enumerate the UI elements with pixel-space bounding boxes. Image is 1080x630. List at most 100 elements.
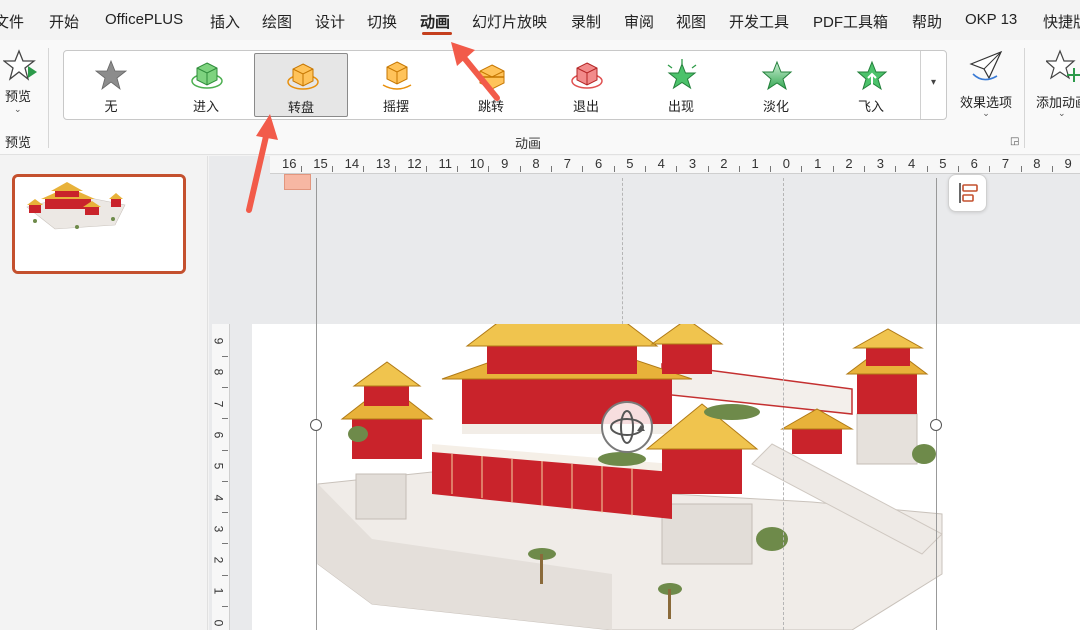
anim-exit[interactable]: 退出: [539, 53, 633, 117]
enter-green-cube-icon: [191, 62, 223, 89]
ruler-tick: [363, 166, 365, 172]
ruler-guide-line: [622, 178, 623, 324]
layout-options-icon: [959, 183, 978, 203]
tab-view[interactable]: 视图: [676, 11, 706, 32]
tab-review[interactable]: 审阅: [624, 11, 654, 32]
tab-draw[interactable]: 绘图: [262, 11, 292, 32]
tab-record[interactable]: 录制: [571, 11, 601, 32]
ruler-number: 7: [563, 156, 571, 171]
ruler-number: 7: [211, 400, 226, 407]
3d-rotate-handle-icon[interactable]: [601, 401, 653, 453]
group-divider: [48, 48, 49, 148]
ruler-tick: [551, 166, 553, 172]
dialog-launcher-icon[interactable]: ◲: [1010, 136, 1019, 147]
anim-fade[interactable]: 淡化: [729, 53, 823, 117]
effect-options-button[interactable]: 效果选项 ⌄: [955, 46, 1017, 126]
effect-options-plane-icon: [969, 50, 1003, 81]
active-tab-indicator: [422, 32, 452, 35]
tab-help[interactable]: 帮助: [912, 11, 942, 32]
ruler-number: 4: [211, 494, 226, 501]
right-resize-handle[interactable]: [930, 419, 942, 431]
ruler-tick: [331, 166, 333, 172]
ruler-number: 5: [626, 156, 634, 171]
ruler-tick: [394, 166, 396, 172]
fly-in-star-icon: [856, 60, 888, 92]
tab-developer[interactable]: 开发工具: [729, 11, 789, 32]
tab-file[interactable]: 文件: [0, 11, 24, 32]
anim-none[interactable]: 无: [64, 53, 158, 117]
ruler-number: 0: [782, 156, 791, 171]
gallery-more-chevron-icon[interactable]: ▾: [920, 51, 946, 119]
selection-left-edge: [316, 178, 317, 630]
tab-insert[interactable]: 插入: [210, 11, 240, 32]
tab-home[interactable]: 开始: [49, 11, 79, 32]
ruler-number: 8: [532, 156, 540, 171]
ruler-number: 3: [688, 156, 697, 171]
horizontal-ruler[interactable]: 16 15 14 13 12 11 10 9 8 7 6 5 4 3 2 1 0 1 2 3 4 5 6 7 8 9: [270, 156, 1080, 174]
ruler-tick: [222, 574, 228, 576]
ruler-tick: [864, 166, 866, 172]
annotation-arrow-icon: [451, 42, 500, 101]
tab-pdf-toolbox[interactable]: PDF工具箱: [813, 11, 888, 32]
animation-group-label: 动画: [515, 136, 542, 151]
ruler-number: 4: [908, 156, 916, 171]
ruler-number: 16: [282, 156, 297, 171]
ruler-number: 15: [313, 156, 328, 171]
fade-star-icon: [761, 60, 793, 91]
left-resize-handle[interactable]: [310, 419, 322, 431]
ruler-number: 9: [1064, 156, 1072, 171]
ruler-tick: [801, 166, 803, 172]
ruler-number: 3: [211, 525, 226, 533]
vertical-ruler[interactable]: 9 8 7 6 5 4 3 2 1 0: [211, 324, 230, 630]
anim-swing-label: 摇摆: [382, 99, 409, 114]
tab-quick[interactable]: 快捷版: [1043, 11, 1080, 32]
palace-3d-model-image[interactable]: [252, 273, 1080, 630]
ruler-number: 7: [1001, 156, 1010, 171]
anim-none-label: 无: [104, 99, 118, 114]
anim-enter[interactable]: 进入: [159, 53, 253, 117]
tab-transitions[interactable]: 切换: [367, 11, 397, 32]
preview-dropdown-chevron-icon[interactable]: ⌄: [14, 104, 22, 115]
anim-fly-in-label: 飞入: [857, 99, 884, 114]
indent-marker[interactable]: [284, 174, 311, 190]
layout-options-button[interactable]: [948, 174, 987, 212]
anim-turntable[interactable]: 转盘: [254, 53, 348, 117]
ruler-tick: [425, 166, 427, 172]
tab-design[interactable]: 设计: [315, 11, 345, 32]
ruler-number: 11: [438, 156, 453, 171]
preview-star-icon[interactable]: [3, 48, 39, 82]
ruler-tick: [222, 355, 228, 357]
tab-animations[interactable]: 动画: [420, 11, 450, 32]
slide-canvas[interactable]: [252, 273, 1080, 630]
anim-swing[interactable]: 摇摆: [349, 53, 443, 117]
anim-appear-label: 出现: [667, 99, 694, 114]
ruler-number: 9: [211, 337, 226, 345]
anim-appear[interactable]: 出现: [634, 53, 728, 117]
slide-thumbnail[interactable]: [12, 174, 186, 274]
preview-group: 预览 ⌄ 预览: [0, 40, 45, 155]
ruler-tick: [488, 166, 490, 172]
tab-okp[interactable]: OKP 13: [965, 11, 1017, 28]
anim-fly-in[interactable]: 飞入: [824, 53, 918, 117]
preview-group-label: 预览: [5, 135, 32, 150]
ruler-number: 13: [375, 156, 391, 171]
rotate-icon: [610, 410, 645, 444]
preview-button-label[interactable]: 预览: [5, 86, 31, 105]
ruler-tick: [457, 166, 459, 172]
tab-slideshow[interactable]: 幻灯片放映: [472, 11, 547, 32]
ruler-tick: [222, 418, 228, 420]
ruler-tick: [222, 449, 228, 451]
ruler-number: 2: [720, 156, 728, 171]
slide-thumbnail-pane: [0, 156, 208, 630]
ruler-number: 12: [407, 156, 422, 171]
tab-officeplus[interactable]: OfficePLUS: [105, 11, 183, 28]
ruler-tick: [222, 543, 228, 545]
add-animation-chevron-icon: ⌄: [1058, 108, 1066, 118]
add-animation-button[interactable]: 添加动画 ⌄: [1034, 46, 1080, 126]
ruler-number: 1: [751, 156, 759, 171]
ruler-tick: [613, 166, 615, 172]
ruler-tick: [707, 166, 709, 172]
ruler-number: 0: [211, 619, 226, 627]
ruler-number: 6: [970, 156, 978, 171]
ruler-tick: [738, 166, 740, 172]
